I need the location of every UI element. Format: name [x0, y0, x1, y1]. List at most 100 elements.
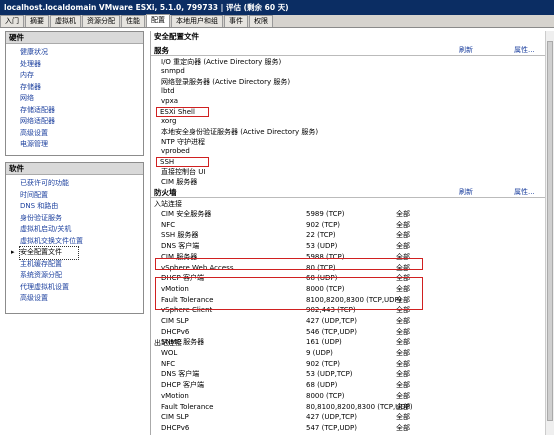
service-item[interactable]: lbtd: [161, 87, 175, 95]
software-nav-item[interactable]: 身份验证服务: [20, 213, 143, 225]
rule-name: DHCPv6: [161, 423, 190, 432]
tab-events[interactable]: 事件: [224, 15, 248, 27]
rule-name: DHCP 客户端: [161, 381, 204, 390]
tab-bar: 入门 摘要 虚拟机 资源分配 性能 配置 本地用户和组 事件 权限: [0, 14, 554, 28]
rule-scope: 全部: [396, 317, 410, 325]
highlight-vmotion-ft-client: [155, 277, 423, 310]
tab-resource-allocation[interactable]: 资源分配: [82, 15, 120, 27]
software-nav-item[interactable]: 时间配置: [20, 190, 143, 202]
outbound-heading: 出站连接: [154, 339, 182, 347]
rule-name: vMotion: [161, 391, 189, 400]
services-refresh-link[interactable]: 刷新: [459, 45, 473, 55]
services-properties-link[interactable]: 属性...: [514, 45, 535, 55]
tab-permissions[interactable]: 权限: [249, 15, 273, 27]
rule-name: Fault Tolerance: [161, 402, 214, 411]
rule-ports: 547 (TCP,UDP): [306, 423, 357, 432]
inbound-heading: 入站连接: [154, 200, 182, 208]
scrollbar-thumb[interactable]: [547, 41, 553, 421]
rule-ports: 427 (UDP,TCP): [306, 317, 357, 325]
rule-scope: 全部: [396, 231, 410, 240]
rule-ports: 22 (TCP): [306, 231, 336, 240]
rule-ports: 546 (TCP,UDP): [306, 327, 357, 336]
rule-ports: 68 (UDP): [306, 381, 338, 390]
window-titlebar: localhost.localdomain VMware ESXi, 5.1.0…: [0, 0, 554, 15]
rule-scope: 全部: [396, 242, 410, 251]
service-item[interactable]: 本地安全身份验证服务器 (Active Directory 服务): [161, 127, 318, 137]
rule-ports: 427 (UDP,TCP): [306, 413, 357, 422]
rule-scope: 全部: [396, 338, 410, 347]
rule-ports: 5989 (TCP): [306, 210, 345, 218]
rule-name: CIM SLP: [161, 317, 189, 325]
firewall-properties-link[interactable]: 属性...: [514, 187, 535, 197]
rule-scope: 全部: [396, 402, 410, 411]
hardware-nav-item[interactable]: 网络: [20, 93, 143, 105]
hardware-nav-item[interactable]: 存储适配器: [20, 105, 143, 117]
rule-scope: 全部: [396, 413, 410, 422]
highlight-web-access: [155, 258, 423, 270]
hardware-box: 硬件 健康状况 处理器 内存 存储器 网络 存储适配器 网络适配器 高级设置 电源管理: [5, 31, 144, 156]
service-item[interactable]: xorg: [161, 117, 176, 125]
software-nav-item[interactable]: 代理虚拟机设置: [20, 282, 143, 294]
hardware-nav-item[interactable]: 内存: [20, 70, 143, 82]
software-nav-item[interactable]: 已获许可的功能: [20, 178, 143, 190]
rule-scope: 全部: [396, 210, 410, 218]
service-item[interactable]: SSH: [156, 157, 209, 167]
rule-name: DNS 客户端: [161, 370, 200, 379]
rule-ports: 53 (UDP,TCP): [306, 370, 353, 379]
rule-scope: 全部: [396, 359, 410, 368]
service-item[interactable]: ESXi Shell: [156, 107, 209, 117]
rule-name: WOL: [161, 349, 178, 357]
rule-ports: 9 (UDP): [306, 349, 333, 357]
hardware-nav-item[interactable]: 存储器: [20, 82, 143, 94]
rule-scope: 全部: [396, 423, 410, 432]
rule-scope: 全部: [396, 370, 410, 379]
security-profile-panel: 安全配置文件 服务 刷新 属性... I/O 重定向器 (Active Dire…: [150, 31, 554, 435]
rule-scope: 全部: [396, 220, 410, 229]
software-header: 软件: [6, 163, 143, 175]
rule-scope: 全部: [396, 327, 410, 336]
firewall-refresh-link[interactable]: 刷新: [459, 187, 473, 197]
hardware-nav-item[interactable]: 高级设置: [20, 128, 143, 140]
rule-ports: 902 (TCP): [306, 359, 341, 368]
tab-virtual-machines[interactable]: 虚拟机: [50, 15, 81, 27]
window-title: localhost.localdomain VMware ESXi, 5.1.0…: [4, 3, 289, 12]
software-box: 软件 已获许可的功能 时间配置 DNS 和路由 身份验证服务 虚拟机启动/关机 虚拟机交换…: [5, 162, 144, 314]
tab-configuration[interactable]: 配置: [146, 14, 170, 27]
hardware-nav-item[interactable]: 处理器: [20, 59, 143, 71]
rule-name: NFC: [161, 359, 176, 368]
tab-summary[interactable]: 摘要: [25, 15, 49, 27]
service-item[interactable]: NTP 守护进程: [161, 137, 205, 147]
rule-ports: 161 (UDP): [306, 338, 342, 347]
software-nav-item[interactable]: 虚拟机启动/关机: [20, 224, 143, 236]
service-item[interactable]: I/O 重定向器 (Active Directory 服务): [161, 57, 281, 67]
service-item[interactable]: 直接控制台 UI: [161, 167, 205, 177]
divider: [151, 197, 551, 198]
tab-performance[interactable]: 性能: [121, 15, 145, 27]
service-item[interactable]: vpxa: [161, 97, 178, 105]
hardware-header: 硬件: [6, 32, 143, 44]
rule-name: SSH 服务器: [161, 231, 199, 240]
service-item[interactable]: vprobed: [161, 147, 190, 155]
rule-ports: 53 (UDP): [306, 242, 338, 251]
software-nav-item-selected[interactable]: 安全配置文件: [19, 246, 79, 260]
service-item[interactable]: snmpd: [161, 67, 185, 75]
hardware-nav-item[interactable]: 网络适配器: [20, 116, 143, 128]
vertical-scrollbar[interactable]: [545, 31, 554, 435]
service-item[interactable]: CIM 服务器: [161, 177, 197, 187]
software-nav-item[interactable]: DNS 和路由: [20, 201, 143, 213]
tab-local-users-groups[interactable]: 本地用户和组: [171, 15, 223, 27]
rule-name: CIM 安全服务器: [161, 210, 212, 218]
rule-scope: 全部: [396, 349, 410, 357]
rule-name: CIM SLP: [161, 413, 189, 422]
rule-name: DHCPv6: [161, 327, 190, 336]
software-nav-item[interactable]: 虚拟机交换文件位置: [20, 236, 143, 248]
rule-scope: 全部: [396, 391, 410, 400]
software-nav-item[interactable]: 高级设置: [20, 293, 143, 305]
tab-getting-started[interactable]: 入门: [0, 15, 24, 27]
divider: [151, 55, 551, 56]
software-nav-item[interactable]: 主机缓存配置: [20, 259, 143, 271]
hardware-nav-item[interactable]: 电源管理: [20, 139, 143, 151]
software-nav-item[interactable]: 系统资源分配: [20, 270, 143, 282]
service-item[interactable]: 网络登录服务器 (Active Directory 服务): [161, 77, 290, 87]
hardware-nav-item[interactable]: 健康状况: [20, 47, 143, 59]
